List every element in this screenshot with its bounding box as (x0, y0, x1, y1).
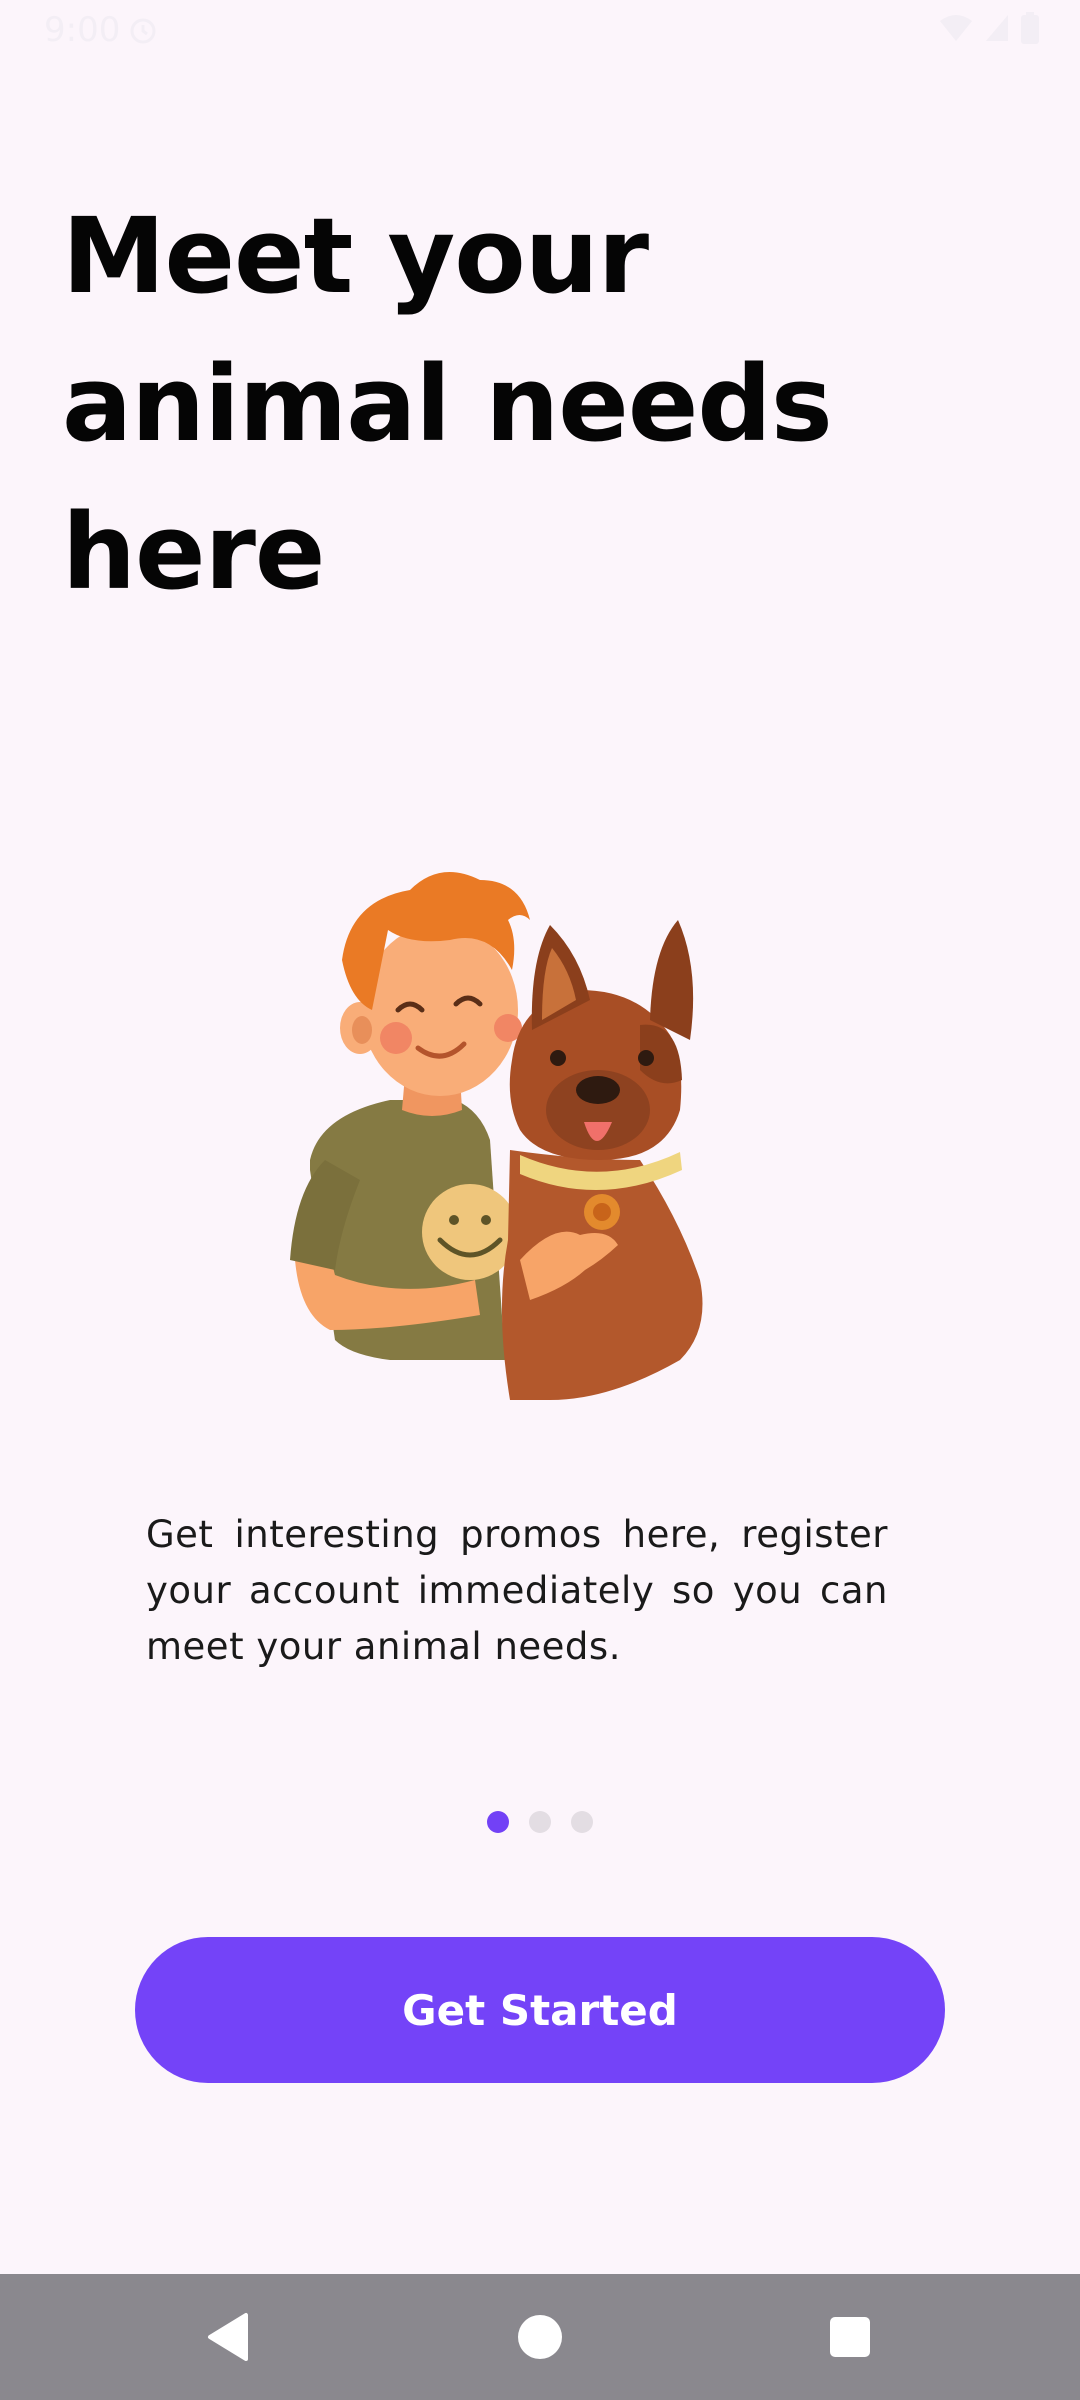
status-icons (938, 12, 1040, 44)
get-started-button[interactable]: Get Started (135, 1937, 945, 2083)
page-dot-3 (571, 1811, 593, 1833)
description-text: Get interesting promos here, register yo… (146, 1513, 888, 1668)
back-icon (208, 2313, 248, 2361)
home-button[interactable] (480, 2274, 600, 2400)
recents-icon (830, 2317, 870, 2357)
headline-line-3: here (62, 491, 325, 613)
status-bar: 9:00 (0, 0, 1080, 62)
headline-line-2: animal needs (62, 343, 833, 465)
status-time: 9:00 (44, 10, 121, 50)
page-title: Meet your animal needs here (62, 182, 962, 626)
clock-icon (130, 18, 156, 44)
wifi-icon (940, 15, 972, 41)
back-button[interactable] (168, 2274, 288, 2400)
signal-icon (986, 15, 1008, 41)
battery-icon (1021, 12, 1039, 44)
page-dot-2 (529, 1811, 551, 1833)
boy-and-dog-illustration (290, 872, 703, 1400)
page-dot-1 (487, 1811, 509, 1833)
system-nav-bar (0, 2274, 1080, 2400)
headline-line-1: Meet your (62, 195, 649, 317)
page-indicator (0, 1811, 1080, 1833)
recents-button[interactable] (790, 2274, 910, 2400)
home-icon (518, 2315, 562, 2359)
